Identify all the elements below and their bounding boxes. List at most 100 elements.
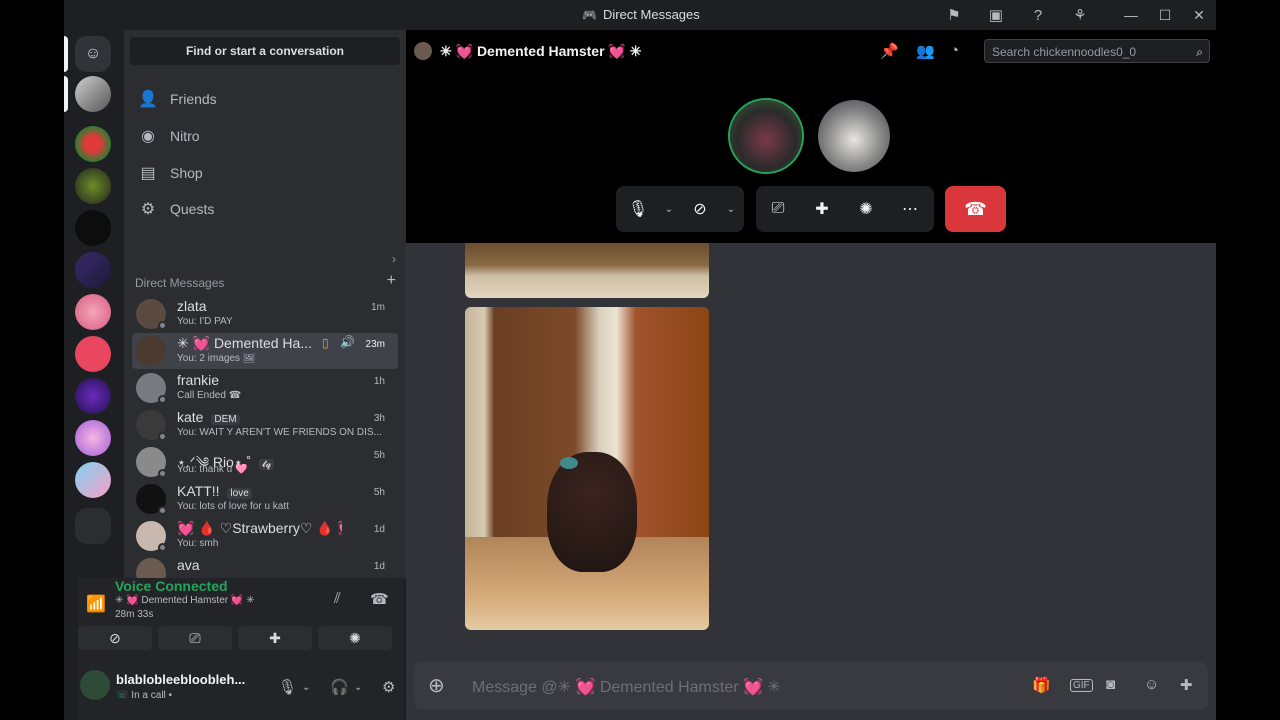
dm-home-button[interactable]: ☺ <box>75 36 111 72</box>
server-icon[interactable] <box>75 252 111 288</box>
dm-item-katt[interactable]: KATT!! love You: lots of love for u katt… <box>132 481 398 517</box>
sticker-icon[interactable]: ◙ <box>1106 676 1115 693</box>
group-avatar <box>414 42 432 60</box>
minimize-button[interactable]: — <box>1114 0 1148 30</box>
add-attachment-icon[interactable]: ⊕ <box>428 673 445 698</box>
server-icon[interactable] <box>75 168 111 204</box>
chevron-right-icon[interactable]: › <box>392 252 396 266</box>
microphone-icon[interactable]: 🎙 <box>616 199 660 219</box>
microphone-icon[interactable]: 🎙 <box>278 678 297 696</box>
status-indicator <box>158 395 167 404</box>
emoji-icon[interactable]: ☺ <box>1144 676 1159 693</box>
pin-icon[interactable]: 📌 <box>880 42 899 60</box>
image-icon: 🖼 <box>242 353 256 364</box>
camera-off-icon[interactable]: ⊘ <box>678 199 722 219</box>
server-icon[interactable] <box>75 336 111 372</box>
server-icon[interactable] <box>75 126 111 162</box>
close-window-button[interactable]: ✕ <box>1182 0 1216 30</box>
voice-channel-name[interactable]: ✳ 💓 Demented Hamster 💓 ✳ <box>115 595 254 606</box>
inbox-icon[interactable]: ▣ <box>982 0 1010 30</box>
user-status: ☏ In a call • <box>116 690 173 701</box>
server-icon[interactable] <box>75 76 111 112</box>
status-indicator <box>158 432 167 441</box>
nav-friends[interactable]: 👤 Friends <box>132 82 398 116</box>
add-friends-icon[interactable]: 👥 <box>916 42 935 60</box>
dm-item-ava[interactable]: ava 1d <box>132 555 398 578</box>
soundboard-button[interactable]: ✺ <box>318 626 392 650</box>
activity-controls: ⎚ ✚ ✺ ⋯ <box>756 186 934 232</box>
dog-ear <box>560 457 578 469</box>
server-icon[interactable] <box>75 420 111 456</box>
image-attachment[interactable] <box>465 243 709 298</box>
nav-quests[interactable]: ⚙ Quests <box>132 192 398 226</box>
help-icon[interactable]: ? <box>1024 0 1052 30</box>
status-indicator <box>158 321 167 330</box>
dm-item-demented-hamster[interactable]: ✳ 💓 Demented Ha... ▯ 🔊 You: 2 images 🖼 2… <box>132 333 398 369</box>
nitro-icon: ◉ <box>141 128 155 145</box>
unread-indicator <box>64 76 68 112</box>
activities-icon[interactable]: ✚ <box>800 199 844 219</box>
username[interactable]: blablobleebloobleh... <box>116 672 252 687</box>
gift-icon[interactable]: 🎁 <box>1032 676 1051 694</box>
more-icon[interactable]: ⋯ <box>888 199 932 219</box>
server-rail: ☺ <box>64 30 124 578</box>
user-panel: blablobleebloobleh... ☏ In a call • 🎙 ⌄ … <box>78 656 404 720</box>
chevron-down-icon[interactable]: ⌄ <box>660 204 678 215</box>
avatar[interactable] <box>80 670 110 700</box>
server-icon[interactable] <box>75 378 111 414</box>
dm-item-frankie[interactable]: frankie Call Ended ☎ 1h <box>132 370 398 406</box>
search-input[interactable]: Search chickennoodles0_0 ⌕ <box>984 39 1210 63</box>
dm-item-rio[interactable]: ⋆.ᐟ༄ Rio⋆.˚ 𝓽𝓺 You: thank u 🩷 5h <box>132 444 398 480</box>
gear-icon[interactable]: ⚙ <box>382 678 395 696</box>
chevron-down-icon[interactable]: ⌄ <box>722 204 740 215</box>
status-indicator <box>158 469 167 478</box>
signal-icon[interactable]: 📶 <box>86 594 106 614</box>
dm-item-zlata[interactable]: zlata You: I'D PAY 1m <box>132 296 398 332</box>
share-screen-button[interactable]: ⎚ <box>158 626 232 650</box>
dm-item-strawberry[interactable]: 💓 🩸 ♡Strawberry♡ 🩸 💓... You: smh 1d <box>132 518 398 554</box>
discord-logo-icon: 🎮 <box>582 7 597 22</box>
headphones-icon[interactable]: 🎧 <box>330 678 349 696</box>
selected-indicator <box>64 36 68 72</box>
disconnect-icon[interactable]: ☎ <box>370 590 389 608</box>
end-call-button[interactable]: ☎ <box>945 186 1006 232</box>
create-dm-button[interactable]: + <box>387 272 396 290</box>
chevron-down-icon[interactable]: ⌄ <box>354 682 362 693</box>
server-folder[interactable] <box>75 508 111 544</box>
nav-shop[interactable]: ▤ Shop <box>132 156 398 190</box>
image-attachment[interactable] <box>465 307 709 630</box>
updates-icon[interactable]: ⚘ <box>1066 0 1094 30</box>
voice-status[interactable]: Voice Connected <box>115 578 228 594</box>
quests-icon: ⚙ <box>140 201 156 218</box>
server-icon[interactable] <box>75 294 111 330</box>
phone-hangup-icon: ☎ <box>228 390 242 401</box>
gif-icon[interactable]: GIF <box>1070 679 1093 692</box>
voice-controls: 🎙 ⌄ ⊘ ⌄ <box>616 186 744 232</box>
apps-icon[interactable]: ✚ <box>1180 676 1193 694</box>
maximize-button[interactable]: ☐ <box>1148 0 1182 30</box>
message-composer[interactable]: ⊕ Message @✳ 💓 Demented Hamster 💓 ✳ 🎁 GI… <box>414 662 1208 710</box>
chevron-down-icon[interactable]: ⌄ <box>302 682 310 693</box>
dm-item-kate[interactable]: kate DEM You: WAIT Y AREN'T WE FRIENDS O… <box>132 407 398 443</box>
flag-icon[interactable]: ⚑ <box>940 0 968 30</box>
camera-off-button[interactable]: ⊘ <box>78 626 152 650</box>
server-icon[interactable] <box>75 462 111 498</box>
noise-suppression-icon[interactable]: ⫽ <box>334 590 341 607</box>
soundboard-icon[interactable]: ✺ <box>844 199 888 219</box>
status-indicator <box>158 543 167 552</box>
find-conversation-button[interactable]: Find or start a conversation <box>130 37 400 65</box>
participant-avatar[interactable] <box>818 100 890 172</box>
voice-connection-panel: 📶 Voice Connected ✳ 💓 Demented Hamster 💓… <box>78 578 404 656</box>
avatar <box>136 558 166 578</box>
shop-icon: ▤ <box>140 165 156 182</box>
participant-avatar[interactable] <box>730 100 802 172</box>
activities-button[interactable]: ✚ <box>238 626 312 650</box>
user-profile-icon[interactable]: ◔ <box>950 42 959 59</box>
title-bar: 🎮 Direct Messages ⚑ ▣ ? ⚘ — ☐ ✕ <box>64 0 1216 30</box>
search-icon: ⌕ <box>1196 45 1203 59</box>
nav-nitro[interactable]: ◉ Nitro <box>132 119 398 153</box>
message-input[interactable]: Message @✳ 💓 Demented Hamster 💓 ✳ <box>472 677 781 697</box>
share-screen-icon[interactable]: ⎚ <box>756 200 800 218</box>
main-panel: ✳ 💓 Demented Hamster 💓 ✳ 📌 👥 ◔ Search ch… <box>406 30 1216 720</box>
server-icon[interactable] <box>75 210 111 246</box>
